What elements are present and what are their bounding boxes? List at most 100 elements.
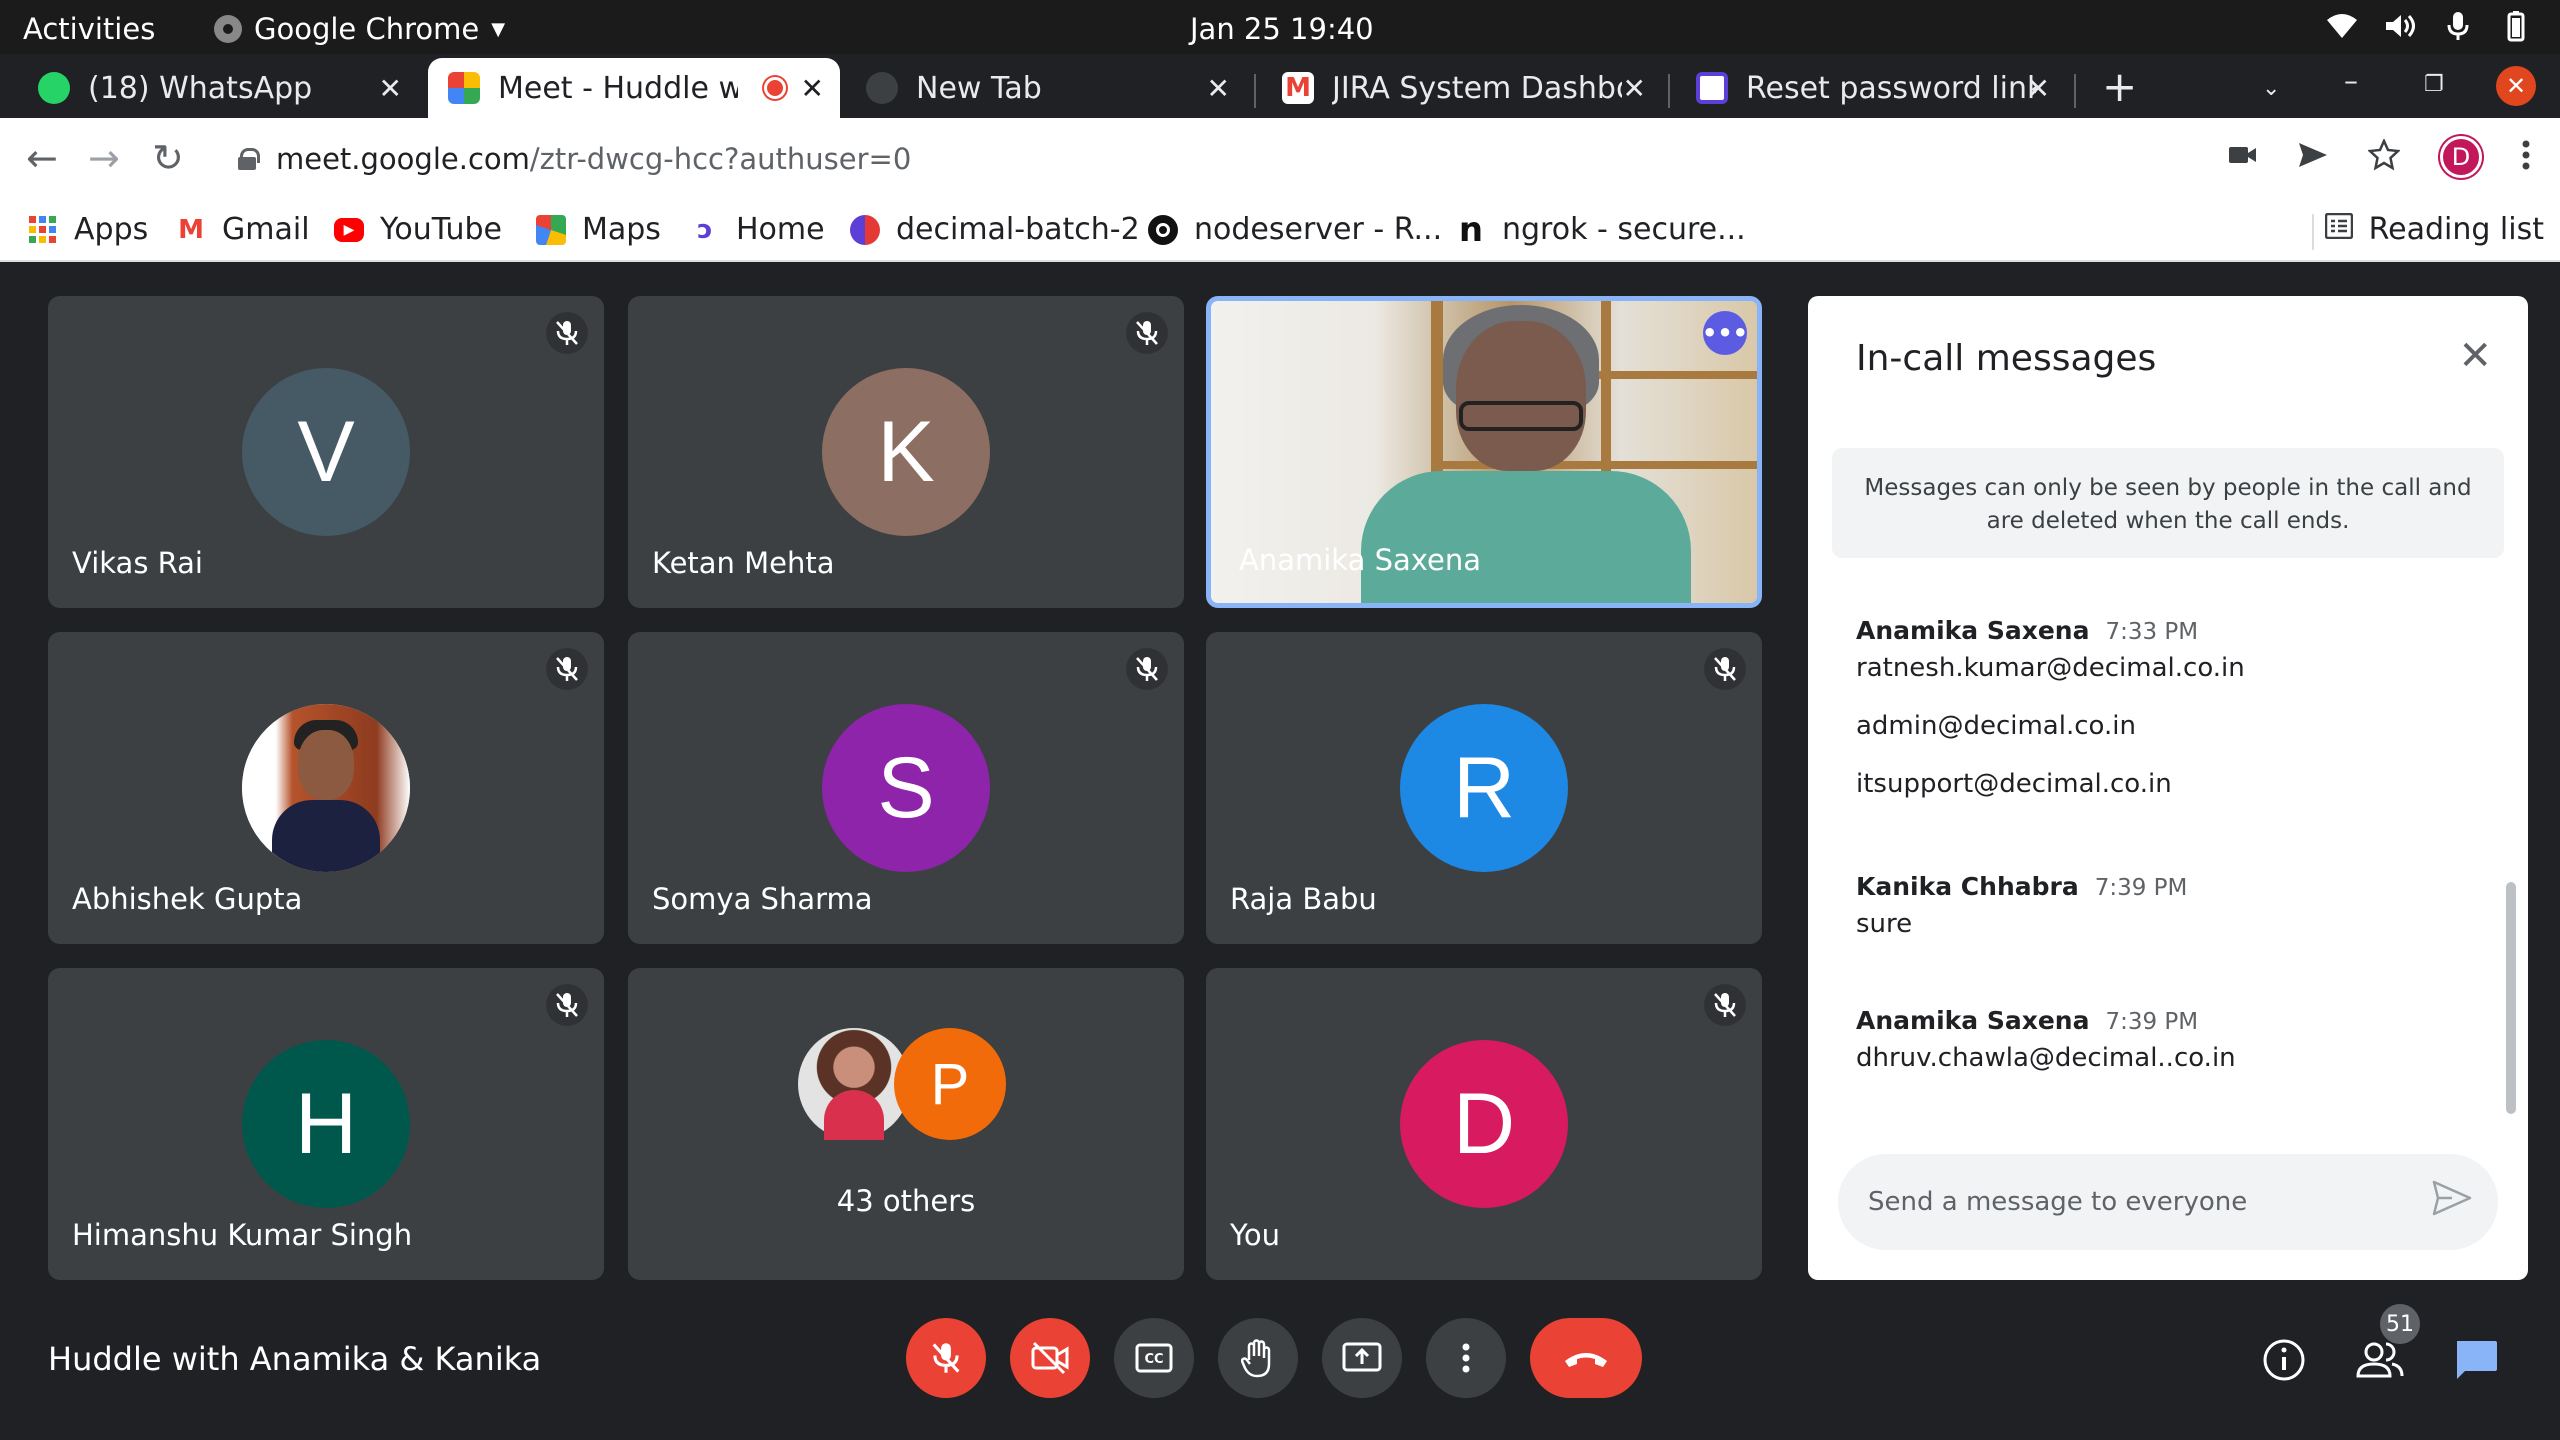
bookmark-maps[interactable]: Maps — [536, 212, 661, 247]
meeting-title: Huddle with Anamika & Kanika — [48, 1340, 542, 1378]
minimize-button[interactable]: – — [2344, 64, 2358, 97]
bookmark-home[interactable]: ↄ Home — [690, 212, 824, 247]
more-options-button[interactable] — [1426, 1318, 1506, 1398]
participant-name: You — [1230, 1218, 1280, 1252]
others-avatars: P — [798, 1028, 1018, 1144]
bookmark-nodeserver[interactable]: nodeserver - R... — [1148, 212, 1442, 247]
send-tab-icon[interactable] — [2298, 142, 2328, 172]
bookmark-label: ngrok - secure... — [1502, 212, 1746, 247]
participant-tile[interactable]: Abhishek Gupta — [48, 632, 604, 944]
message-input-placeholder: Send a message to everyone — [1868, 1187, 2248, 1217]
system-tray[interactable] — [2326, 10, 2532, 42]
browser-toolbar: ← → ↻ meet.google.com /ztr-dwcg-hcc?auth… — [0, 118, 2560, 200]
raise-hand-button[interactable] — [1218, 1318, 1298, 1398]
bookmark-youtube[interactable]: ▶ YouTube — [334, 212, 502, 247]
lock-icon[interactable] — [238, 148, 260, 170]
message-input[interactable]: Send a message to everyone — [1838, 1154, 2498, 1250]
leave-call-button[interactable] — [1530, 1318, 1642, 1398]
clock[interactable]: Jan 25 19:40 — [1190, 12, 1374, 46]
forward-arrow-icon[interactable]: → — [88, 136, 120, 180]
others-count: 43 others — [836, 1184, 976, 1218]
bookmark-label: decimal-batch-2 — [896, 212, 1140, 247]
mic-off-icon — [1704, 648, 1746, 690]
restore-button[interactable]: ❐ — [2424, 72, 2444, 97]
message-text: sure — [1856, 909, 1913, 939]
more-options-icon[interactable]: ••• — [1702, 311, 1748, 355]
reload-icon[interactable]: ↻ — [152, 136, 184, 180]
tab-title: New Tab — [916, 70, 1042, 106]
bookmark-label: Apps — [74, 212, 149, 247]
send-icon[interactable] — [2432, 1180, 2472, 1223]
captions-button[interactable]: CC — [1114, 1318, 1194, 1398]
video-person — [1361, 471, 1691, 603]
new-tab-button[interactable]: + — [2102, 62, 2137, 111]
close-icon[interactable]: ✕ — [2458, 336, 2492, 376]
message-sender: Anamika Saxena — [1856, 616, 2090, 645]
participant-video-tile[interactable]: Anamika Saxena ••• — [1206, 296, 1762, 608]
reading-list-button[interactable]: Reading list — [2324, 212, 2544, 247]
close-icon[interactable]: ✕ — [1623, 72, 1646, 105]
present-screen-button[interactable] — [1322, 1318, 1402, 1398]
tab-strip: (18) WhatsApp ✕ Meet - Huddle wi ✕ New T… — [0, 54, 2560, 118]
message-time: 7:39 PM — [2105, 1009, 2199, 1035]
window-close-button[interactable]: ✕ — [2496, 66, 2536, 106]
chat-button[interactable] — [2452, 1336, 2500, 1384]
menu-dots-icon[interactable] — [2522, 140, 2530, 174]
bookmark-gmail[interactable]: M Gmail — [176, 212, 309, 247]
self-tile[interactable]: D You — [1206, 968, 1762, 1280]
back-arrow-icon[interactable]: ← — [26, 136, 58, 180]
panel-title: In-call messages — [1856, 338, 2157, 379]
tab-reset-password[interactable]: Reset password link ✕ — [1676, 58, 2066, 118]
participant-name: Raja Babu — [1230, 882, 1377, 916]
close-icon[interactable]: ✕ — [2027, 72, 2050, 105]
message-text: admin@decimal.co.in — [1856, 711, 2136, 741]
toolbar-actions: D — [2228, 136, 2530, 178]
camera-icon[interactable] — [2228, 144, 2258, 170]
address-bar[interactable]: meet.google.com /ztr-dwcg-hcc?authuser=0 — [210, 128, 2210, 190]
tab-jira[interactable]: M JIRA System Dashbo ✕ — [1262, 58, 1662, 118]
tab-search-chevron-icon[interactable]: ⌄ — [2262, 76, 2280, 101]
tab-new-tab[interactable]: New Tab ✕ — [846, 58, 1246, 118]
nodeserver-icon — [1148, 214, 1178, 245]
bookmark-ngrok[interactable]: n ngrok - secure... — [1456, 210, 1746, 250]
participant-name: Himanshu Kumar Singh — [72, 1218, 413, 1252]
close-icon[interactable]: ✕ — [1207, 72, 1230, 105]
microphone-toggle-button[interactable] — [906, 1318, 986, 1398]
chat-scrollbar[interactable] — [2506, 882, 2516, 1114]
participant-tile[interactable]: R Raja Babu — [1206, 632, 1762, 944]
people-button[interactable] — [2356, 1336, 2404, 1384]
avatar — [242, 704, 410, 872]
tab-title: (18) WhatsApp — [88, 70, 313, 106]
video-person — [1459, 401, 1583, 431]
chevron-down-icon: ▼ — [491, 18, 506, 40]
participant-tile[interactable]: V Vikas Rai — [48, 296, 604, 608]
chrome-icon — [214, 15, 242, 43]
close-icon[interactable]: ✕ — [379, 72, 402, 105]
bookmark-decimal-batch[interactable]: decimal-batch-2 — [850, 212, 1140, 247]
meet-icon — [448, 72, 480, 104]
bookmark-label: nodeserver - R... — [1194, 212, 1443, 247]
reading-list-label: Reading list — [2368, 212, 2544, 247]
bookmark-star-icon[interactable] — [2367, 137, 2401, 175]
participant-tile[interactable]: K Ketan Mehta — [628, 296, 1184, 608]
participant-name: Ketan Mehta — [652, 546, 835, 580]
participant-name: Anamika Saxena — [1239, 543, 1482, 577]
message-time: 7:39 PM — [2094, 875, 2188, 901]
participant-tile[interactable]: H Himanshu Kumar Singh — [48, 968, 604, 1280]
message-time: 7:33 PM — [2105, 619, 2199, 645]
camera-toggle-button[interactable] — [1010, 1318, 1090, 1398]
meeting-details-button[interactable] — [2260, 1336, 2308, 1384]
participant-tile[interactable]: S Somya Sharma — [628, 632, 1184, 944]
app-menu[interactable]: Google Chrome ▼ — [214, 12, 505, 46]
close-icon[interactable]: ✕ — [801, 72, 824, 105]
activities-button[interactable]: Activities — [23, 12, 155, 46]
bookmark-apps[interactable]: Apps — [28, 212, 148, 247]
hand-icon — [1241, 1339, 1271, 1378]
tab-meet[interactable]: Meet - Huddle wi ✕ — [428, 58, 840, 118]
profile-avatar[interactable]: D — [2440, 136, 2482, 178]
others-tile[interactable]: P 43 others — [628, 968, 1184, 1280]
message-group: Anamika Saxena 7:33 PM ratnesh.kumar@dec… — [1856, 616, 2245, 821]
avatar: P — [894, 1028, 1006, 1140]
tab-separator — [2074, 74, 2076, 108]
tab-whatsapp[interactable]: (18) WhatsApp ✕ — [18, 58, 418, 118]
